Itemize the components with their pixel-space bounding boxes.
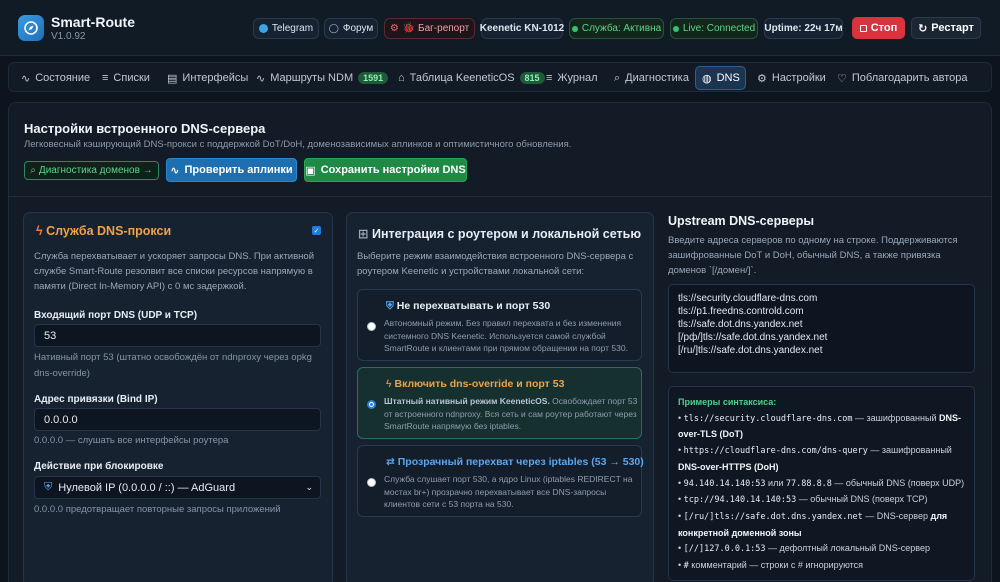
search-icon: ⌕ [614,71,621,84]
port-hint: Нативный порт 53 (штатно освобождён от n… [34,352,312,379]
mode-radio-no-intercept[interactable] [367,322,376,331]
compass-logo-icon [18,15,44,41]
dns-proxy-title: ϟ Служба DNS-прокси [36,224,172,238]
tab-ndm-routes[interactable]: ∿ Маршруты NDM 1591 [250,66,394,90]
integration-description: Выберите режим взаимодействия встроенног… [357,251,634,277]
upstream-description: Введите адреса серверов по одному на стр… [668,235,958,276]
integration-title: ⊞ Интеграция с роутером и локальной сеть… [358,227,642,241]
telegram-link[interactable]: Telegram [253,18,319,39]
router-model-badge: Keenetic KN-1012 [480,18,564,39]
bind-ip-label: Адрес привязки (Bind IP) [34,394,158,405]
shield-icon: ⛨ [44,481,53,493]
grid-icon: ⊞ [358,227,369,241]
pulse-icon: ∿ [170,164,180,177]
port-label: Входящий порт DNS (UDP и TCP) [34,310,198,321]
gear-icon: ⚙ [757,72,767,85]
save-icon: ▣ [305,164,316,177]
dns-proxy-description: Служба перехватывает и ускоряет запросы … [34,251,314,292]
syntax-examples: Примеры синтаксиса: • tls://security.clo… [668,386,975,581]
check-uplinks-button[interactable]: ∿ Проверить аплинки [166,158,297,182]
forum-link[interactable]: ◯ Форум [324,18,378,39]
mode-option-text: Штатный нативный режим KeeneticOS. Освоб… [384,396,638,431]
mode-option-text: Служба слушает порт 530, а ядро Linux (i… [384,474,633,509]
tab-interfaces[interactable]: ▤ Интерфейсы [161,66,254,90]
globe-icon: ◍ [702,72,712,85]
mode-radio-dns-override[interactable] [367,400,376,409]
app-header: Smart-Route V1.0.92 Telegram ◯ Форум ⚙ 🐞… [0,0,1000,56]
dns-proxy-enabled-checkbox[interactable]: ✓ [312,226,321,235]
save-dns-button[interactable]: ▣ Сохранить настройки DNS [304,158,467,182]
status-dot-icon [571,25,578,32]
live-status-badge: Live: Connected [670,18,758,39]
tab-diagnostics[interactable]: ⌕ Диагностика [608,66,695,90]
live-dot-icon [672,25,679,32]
pulse-icon: ∿ [21,72,31,85]
routes-count-badge: 1591 [358,72,389,84]
lightning-icon: ϟ [386,378,392,390]
mode-option-dns-override[interactable]: ϟ Включить dns-override и порт 53 Штатны… [357,367,642,439]
mode-option-title: ϟ Включить dns-override и порт 53 [386,378,565,390]
refresh-icon: ↻ [918,22,928,35]
lightning-icon: ϟ [36,224,43,238]
mode-option-title: ⇄ Прозрачный перехват через iptables (53… [386,456,644,468]
page-subtitle: Легковесный кэширующий DNS-прокси с подд… [24,139,572,150]
chat-icon: ◯ [328,23,339,33]
section-divider [8,196,992,197]
mode-option-text: Автономный режим. Без правил перехвата и… [384,318,628,353]
mode-option-title: ⛨ Не перехватывать и порт 530 [386,300,551,312]
stop-icon [859,24,867,32]
pulse-icon: ∿ [256,72,266,85]
app-title: Smart-Route [51,14,136,30]
page-title: Настройки встроенного DNS-сервера [24,121,266,136]
telegram-icon [258,24,268,33]
block-action-hint: 0.0.0.0 предотвращает повторные запросы … [34,504,281,515]
tab-dns[interactable]: ◍ DNS [695,66,746,90]
domain-diagnostics-button[interactable]: ⌕ Диагностика доменов → [24,161,159,180]
gear-icon: ⚙ [389,23,399,34]
list-icon: ≡ [546,72,553,84]
stop-button[interactable]: Стоп [852,17,905,39]
chevron-down-icon: ⌄ [305,482,313,492]
upstream-servers-textarea[interactable]: tls://security.cloudflare-dns.com tls://… [668,284,975,373]
service-status-badge: Служба: Активна [569,18,664,39]
tab-status[interactable]: ∿ Состояние [15,66,96,90]
bind-ip-input[interactable]: 0.0.0.0 [34,408,321,431]
tab-thank-author[interactable]: ♡ Поблагодарить автора [831,66,974,90]
mode-radio-iptables[interactable] [367,478,376,487]
tab-log[interactable]: ≡ Журнал [540,66,604,90]
mode-option-iptables[interactable]: ⇄ Прозрачный перехват через iptables (53… [357,445,644,517]
heart-icon: ♡ [837,72,847,85]
uptime-badge: Uptime: 22ч 17м [764,18,843,39]
tab-lists[interactable]: ≡ Списки [96,66,156,90]
main-tabs: ∿ Состояние ≡ Списки ▤ Интерфейсы ∿ Маршруты… [8,62,992,92]
tab-settings[interactable]: ⚙ Настройки [751,66,832,90]
upstream-title: Upstream DNS-серверы [668,214,815,228]
mode-option-no-intercept[interactable]: ⛨ Не перехватывать и порт 530 Автономный… [357,289,642,361]
box-icon: ⌂ [398,72,405,84]
list-icon: ≡ [102,72,109,84]
bug-report-link[interactable]: ⚙ 🐞 Баг-репорт [384,18,475,39]
block-action-label: Действие при блокировке [34,461,164,472]
swap-icon: ⇄ [386,456,395,468]
search-icon: ⌕ [30,165,36,176]
tab-keenetic-table[interactable]: ⌂ Таблица KeeneticOS 815 [392,66,551,90]
port-input[interactable]: 53 [34,324,321,347]
shield-icon: ⛨ [386,300,394,312]
restart-button[interactable]: ↻ Рестарт [911,17,981,39]
app-version: V1.0.92 [51,31,86,42]
block-action-select[interactable]: ⛨ Нулевой IP (0.0.0.0 / ::) — AdGuard ⌄ [34,476,321,499]
bind-ip-hint: 0.0.0.0 — слушать все интерфейсы роутера [34,435,229,446]
server-icon: ▤ [167,72,178,85]
